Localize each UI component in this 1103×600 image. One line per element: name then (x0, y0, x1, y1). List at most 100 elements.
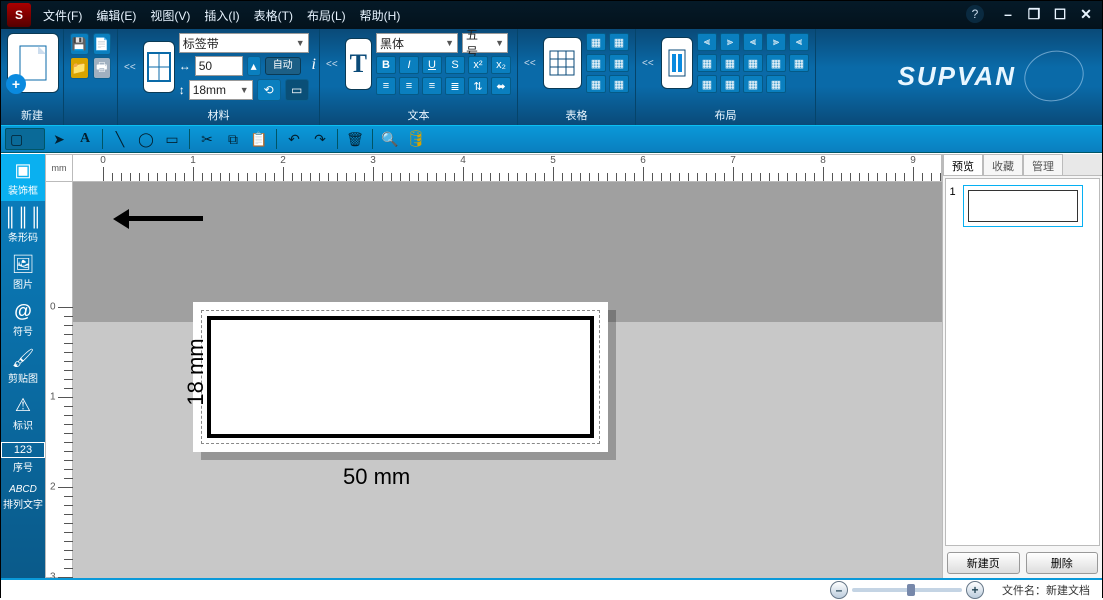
database-button[interactable]: 🛢 (404, 128, 428, 150)
help-icon[interactable]: ? (966, 5, 984, 23)
delete-button[interactable]: 🗑 (343, 128, 367, 150)
align-m-button[interactable]: ⫷ (789, 33, 809, 51)
fontsize-select[interactable]: 五号▼ (462, 33, 508, 53)
zoom-tool[interactable]: 🔍 (378, 128, 402, 150)
height-select[interactable]: 18mm▼ (189, 80, 253, 100)
cut-button[interactable]: ✂ (195, 128, 219, 150)
canvas[interactable]: 18 mm 50 mm (73, 182, 942, 578)
ungroup-button[interactable]: ▦ (766, 54, 786, 72)
ellipse-tool[interactable]: ◯ (134, 128, 158, 150)
copy-button[interactable]: ⧉ (221, 128, 245, 150)
strike-button[interactable]: S (445, 56, 465, 74)
save-button[interactable]: 💾 (70, 33, 89, 55)
tab-preview[interactable]: 预览 (943, 154, 983, 175)
sidebar-item-clipart[interactable]: 🖌剪贴图 (1, 342, 45, 389)
backward-button[interactable]: ▦ (766, 75, 786, 93)
redo-button[interactable]: ↷ (308, 128, 332, 150)
back-button[interactable]: ▦ (720, 75, 740, 93)
align-center-button[interactable]: ≡ (399, 77, 419, 95)
zoom-in-button[interactable]: + (966, 581, 984, 599)
table-icon[interactable] (543, 37, 582, 89)
sidebar-item-barcode[interactable]: ║║║条形码 (1, 201, 45, 248)
frame-tool[interactable]: ▢ (5, 128, 45, 150)
delete-col-button[interactable]: ▦ (609, 54, 629, 72)
italic-button[interactable]: I (399, 56, 419, 74)
text-tool[interactable]: A (73, 128, 97, 150)
sidebar-item-sign[interactable]: ⚠标识 (1, 389, 45, 436)
sign-icon: ⚠ (1, 395, 45, 416)
menu-file[interactable]: 文件(F) (43, 7, 82, 24)
vertical-button[interactable]: ⇅ (468, 77, 488, 95)
delete-row-button[interactable]: ▦ (586, 54, 606, 72)
zoom-out-button[interactable]: – (830, 581, 848, 599)
undo-button[interactable]: ↶ (282, 128, 306, 150)
align-right-button[interactable]: ≡ (422, 77, 442, 95)
align-left-button[interactable]: ≡ (376, 77, 396, 95)
group-button[interactable]: ▦ (743, 54, 763, 72)
delete-page-button[interactable]: 删除 (1026, 552, 1099, 574)
paste-button[interactable]: 📋 (247, 128, 271, 150)
insert-row-button[interactable]: ▦ (586, 33, 606, 51)
menu-insert[interactable]: 插入(I) (204, 7, 239, 24)
orientation-button[interactable]: ⟲ (257, 79, 281, 101)
tab-favorites[interactable]: 收藏 (983, 154, 1023, 175)
menu-layout[interactable]: 布局(L) (307, 7, 346, 24)
label-type-select[interactable]: 标签带▼ (179, 33, 309, 53)
sidebar-item-textpath[interactable]: ABCD排列文字 (1, 478, 45, 515)
align-r-button[interactable]: ⫷ (743, 33, 763, 51)
new-document-icon[interactable]: + (7, 33, 59, 93)
justify-button[interactable]: ≣ (445, 77, 465, 95)
print-button[interactable]: 🖶 (93, 57, 112, 79)
forward-button[interactable]: ▦ (743, 75, 763, 93)
folder-button[interactable]: 📁 (70, 57, 89, 79)
width-input[interactable]: 50 (195, 56, 243, 76)
layout-icon[interactable] (661, 37, 693, 89)
rotate-button[interactable]: ▦ (789, 54, 809, 72)
width-up[interactable]: ▴ (247, 56, 261, 76)
fit-button[interactable]: ▭ (285, 79, 309, 101)
tab-manage[interactable]: 管理 (1023, 154, 1063, 175)
material-icon[interactable] (143, 41, 175, 93)
line-tool[interactable]: ╲ (108, 128, 132, 150)
spacing-button[interactable]: ⬌ (491, 77, 511, 95)
bold-button[interactable]: B (376, 56, 396, 74)
pointer-tool[interactable]: ➤ (47, 128, 71, 150)
dist-h-button[interactable]: ▦ (697, 54, 717, 72)
page-thumbnail[interactable]: 1 (963, 185, 1083, 227)
new-page-button[interactable]: 新建页 (947, 552, 1020, 574)
restore-button[interactable]: ❐ (1024, 5, 1044, 23)
menu-edit[interactable]: 编辑(E) (96, 7, 136, 24)
align-c-button[interactable]: ⫸ (720, 33, 740, 51)
sidebar-item-symbol[interactable]: @符号 (1, 295, 45, 342)
collapse-icon[interactable]: << (124, 62, 136, 73)
front-button[interactable]: ▦ (697, 75, 717, 93)
zoom-slider[interactable] (852, 588, 962, 592)
split-button[interactable]: ▦ (609, 75, 629, 93)
super-button[interactable]: x² (468, 56, 488, 74)
menu-view[interactable]: 视图(V) (150, 7, 190, 24)
label-card[interactable] (193, 302, 608, 452)
align-l-button[interactable]: ⫷ (697, 33, 717, 51)
menu-table[interactable]: 表格(T) (254, 7, 293, 24)
minimize-button[interactable]: – (998, 5, 1018, 23)
sidebar-item-serial[interactable]: 123序号 (1, 436, 45, 478)
collapse-icon[interactable]: << (524, 58, 536, 69)
dist-v-button[interactable]: ▦ (720, 54, 740, 72)
auto-toggle[interactable]: 自动 (265, 57, 301, 75)
text-tool-icon[interactable]: T (345, 38, 372, 90)
menu-help[interactable]: 帮助(H) (360, 7, 401, 24)
rect-tool[interactable]: ▭ (160, 128, 184, 150)
sidebar-item-image[interactable]: 🖼图片 (1, 248, 45, 295)
sub-button[interactable]: x₂ (491, 56, 511, 74)
align-t-button[interactable]: ⫸ (766, 33, 786, 51)
underline-button[interactable]: U (422, 56, 442, 74)
collapse-icon[interactable]: << (642, 58, 654, 69)
open-button[interactable]: 📄 (93, 33, 112, 55)
insert-col-button[interactable]: ▦ (609, 33, 629, 51)
collapse-icon[interactable]: << (326, 59, 338, 70)
maximize-button[interactable]: ☐ (1050, 5, 1070, 23)
merge-button[interactable]: ▦ (586, 75, 606, 93)
font-select[interactable]: 黑体▼ (376, 33, 458, 53)
close-button[interactable]: ✕ (1076, 5, 1096, 23)
sidebar-item-frame[interactable]: ▣装饰框 (1, 154, 45, 201)
